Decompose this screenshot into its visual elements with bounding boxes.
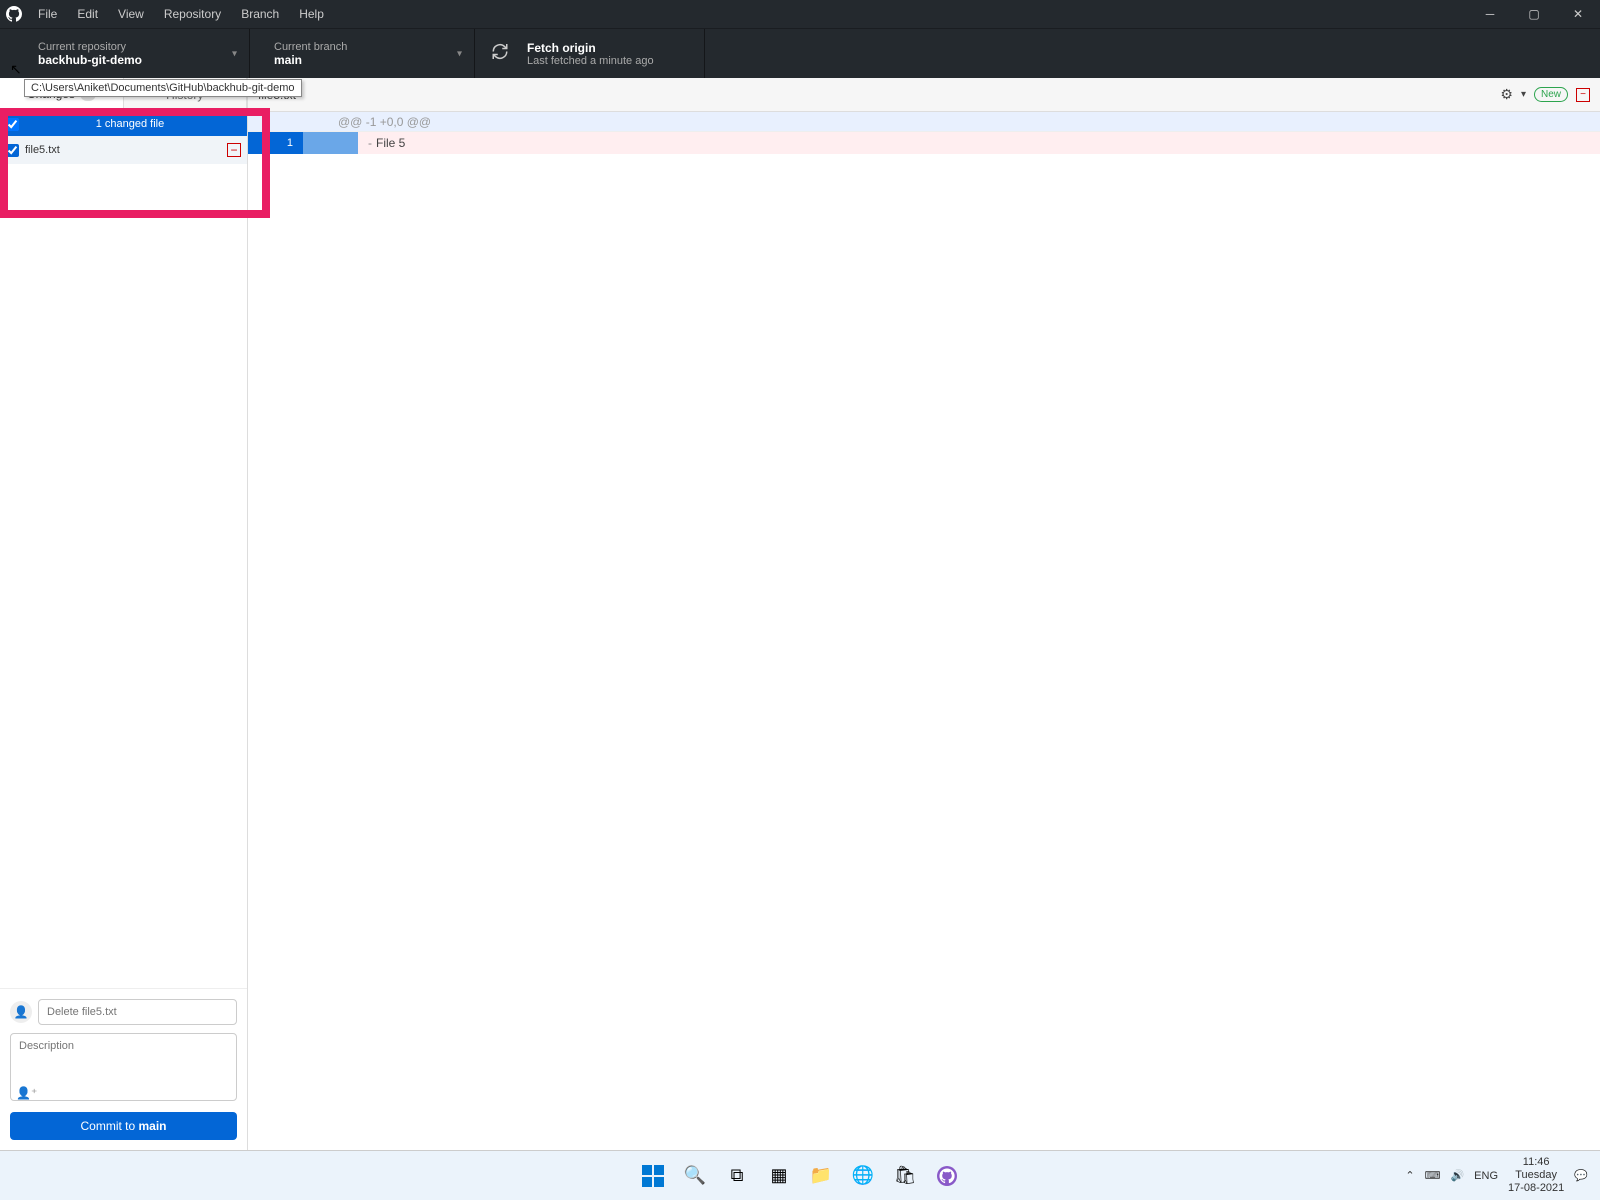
- main-area: Changes 1 History 1 changed file file5.t…: [0, 78, 1600, 1150]
- toolbar: Current repository backhub-git-demo ▾ Cu…: [0, 28, 1600, 78]
- start-button[interactable]: [639, 1162, 667, 1190]
- file-explorer-icon[interactable]: 📁: [807, 1162, 835, 1190]
- sidebar: Changes 1 History 1 changed file file5.t…: [0, 78, 248, 1150]
- repo-label: Current repository: [38, 41, 225, 53]
- window-controls: ─ ▢ ✕: [1468, 0, 1600, 28]
- new-badge: New: [1534, 87, 1568, 102]
- file-checkbox[interactable]: [6, 144, 19, 157]
- commit-description-input[interactable]: [10, 1033, 237, 1101]
- menu-edit[interactable]: Edit: [67, 7, 108, 21]
- menu-repository[interactable]: Repository: [154, 7, 231, 21]
- filelist-header-label: 1 changed file: [19, 118, 241, 130]
- fetch-status: Last fetched a minute ago: [527, 55, 680, 67]
- keyboard-icon[interactable]: ⌨: [1425, 1169, 1441, 1182]
- collapse-icon[interactable]: −: [1576, 88, 1590, 102]
- commit-form: 👤 👤⁺ Commit to main: [0, 988, 247, 1150]
- filelist-header: 1 changed file: [0, 112, 247, 136]
- chevron-down-icon: ▾: [457, 48, 462, 59]
- file-row[interactable]: file5.txt −: [0, 136, 247, 164]
- github-desktop-icon[interactable]: [933, 1162, 961, 1190]
- notification-icon[interactable]: 💬: [1574, 1169, 1588, 1182]
- commit-button[interactable]: Commit to main: [10, 1112, 237, 1140]
- menu-help[interactable]: Help: [289, 7, 334, 21]
- system-tray: ⌃ ⌨ 🔊 ENG 11:46 Tuesday 17-08-2021 💬: [1405, 1156, 1600, 1196]
- close-button[interactable]: ✕: [1556, 0, 1600, 28]
- diff-hunk: @@ -1 +0,0 @@ 1 -File 5: [248, 112, 1600, 154]
- line-number-old: 1: [248, 132, 303, 154]
- line-number-new: [303, 132, 358, 154]
- store-icon[interactable]: 🛍: [891, 1162, 919, 1190]
- add-coauthor-icon[interactable]: 👤⁺: [16, 1086, 37, 1100]
- minimize-button[interactable]: ─: [1468, 0, 1512, 28]
- chevron-down-icon: ▾: [232, 48, 237, 59]
- refresh-icon: [491, 42, 509, 65]
- taskbar-apps: 🔍 ⧉ ▦ 📁 🌐 🛍: [639, 1162, 961, 1190]
- cursor-icon: ↖: [10, 61, 22, 78]
- fetch-label: Fetch origin: [527, 41, 680, 55]
- diff-line[interactable]: 1 -File 5: [248, 132, 1600, 154]
- titlebar: File Edit View Repository Branch Help ─ …: [0, 0, 1600, 28]
- app-menu: File Edit View Repository Branch Help: [28, 7, 334, 21]
- branch-label: Current branch: [274, 41, 450, 53]
- file-name: file5.txt: [25, 144, 227, 156]
- select-all-checkbox[interactable]: [6, 118, 19, 131]
- diff-line-content: -File 5: [358, 132, 1600, 154]
- deleted-icon: −: [227, 143, 241, 157]
- menu-file[interactable]: File: [28, 7, 67, 21]
- diff-view: file5.txt ⚙ ▾ New − @@ -1 +0,0 @@ 1 -Fil…: [248, 78, 1600, 1150]
- windows-taskbar: 🔍 ⧉ ▦ 📁 🌐 🛍 ⌃ ⌨ 🔊 ENG 11:46 Tuesday 17-0…: [0, 1150, 1600, 1200]
- current-branch-selector[interactable]: Current branch main ▾: [250, 29, 475, 78]
- edge-icon[interactable]: 🌐: [849, 1162, 877, 1190]
- search-icon[interactable]: 🔍: [681, 1162, 709, 1190]
- diff-header: file5.txt ⚙ ▾ New −: [248, 78, 1600, 112]
- github-logo-icon: [0, 6, 28, 22]
- tray-language[interactable]: ENG: [1474, 1170, 1498, 1182]
- changed-files-list: 1 changed file file5.txt −: [0, 112, 247, 988]
- commit-summary-input[interactable]: [38, 999, 237, 1025]
- fetch-origin-button[interactable]: Fetch origin Last fetched a minute ago: [475, 29, 705, 78]
- task-view-icon[interactable]: ⧉: [723, 1162, 751, 1190]
- repo-value: backhub-git-demo: [38, 53, 225, 67]
- hunk-header: @@ -1 +0,0 @@: [248, 112, 1600, 132]
- chevron-down-icon[interactable]: ▾: [1521, 89, 1526, 100]
- maximize-button[interactable]: ▢: [1512, 0, 1556, 28]
- volume-icon[interactable]: 🔊: [1450, 1169, 1464, 1182]
- tray-chevron-icon[interactable]: ⌃: [1405, 1169, 1414, 1182]
- current-repository-selector[interactable]: Current repository backhub-git-demo ▾: [0, 29, 250, 78]
- tray-clock[interactable]: 11:46 Tuesday 17-08-2021: [1508, 1156, 1564, 1196]
- branch-value: main: [274, 53, 450, 67]
- avatar-icon: 👤: [10, 1001, 32, 1023]
- menu-view[interactable]: View: [108, 7, 154, 21]
- gear-icon[interactable]: ⚙: [1500, 86, 1513, 103]
- menu-branch[interactable]: Branch: [231, 7, 289, 21]
- repo-path-tooltip: C:\Users\Aniket\Documents\GitHub\backhub…: [24, 79, 302, 97]
- widgets-icon[interactable]: ▦: [765, 1162, 793, 1190]
